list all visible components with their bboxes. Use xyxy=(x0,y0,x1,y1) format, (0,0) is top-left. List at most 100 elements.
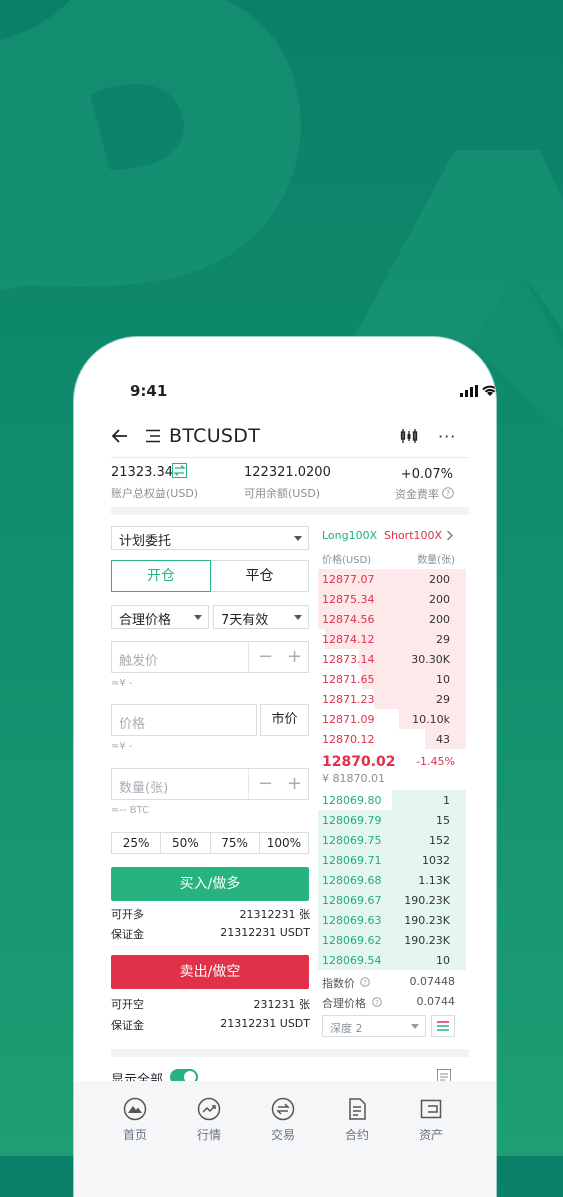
percent-75-button[interactable]: 75% xyxy=(210,832,260,854)
ask-row[interactable]: 12871.09 10.10k xyxy=(318,709,466,729)
tab-contract[interactable]: 合约 xyxy=(327,1097,387,1143)
bid-price: 128069.63 xyxy=(322,914,382,927)
bid-quantity: 1 xyxy=(443,794,450,807)
plus-icon[interactable]: + xyxy=(287,773,302,794)
ask-price: 12874.12 xyxy=(322,633,375,646)
tab-market[interactable]: 行情 xyxy=(179,1097,239,1143)
help-icon[interactable]: ? xyxy=(442,487,454,499)
bid-row[interactable]: 128069.62 190.23K xyxy=(318,930,466,950)
bid-price: 128069.68 xyxy=(322,874,382,887)
sell-short-button[interactable]: 卖出/做空 xyxy=(111,955,309,989)
quantity-input[interactable]: 数量(张) − + xyxy=(111,768,309,800)
bid-row[interactable]: 128069.75 152 xyxy=(318,830,466,850)
plus-icon[interactable]: + xyxy=(287,646,302,667)
cny-price: ¥ 81870.01 xyxy=(322,772,385,785)
bid-row[interactable]: 128069.79 15 xyxy=(318,810,466,830)
dropdown-caret-icon xyxy=(294,615,302,620)
candlestick-chart-icon[interactable] xyxy=(400,428,418,444)
can-open-short-label: 可开空 xyxy=(111,998,144,1011)
bid-price: 128069.54 xyxy=(322,954,382,967)
ask-row[interactable]: 12875.34 200 xyxy=(318,589,466,609)
ask-row[interactable]: 12873.14 30.30K xyxy=(318,649,466,669)
price-type-select[interactable]: 合理价格 xyxy=(111,605,209,629)
validity-select[interactable]: 7天有效 xyxy=(213,605,309,629)
back-arrow-icon[interactable] xyxy=(112,429,128,443)
bid-row[interactable]: 128069.63 190.23K xyxy=(318,910,466,930)
price-placeholder: 价格 xyxy=(119,717,146,732)
fair-price-label: 合理价格 xyxy=(322,997,366,1010)
assets-wallet-icon xyxy=(420,1099,442,1119)
market-price-button[interactable]: 市价 xyxy=(260,704,309,736)
depth-select[interactable]: 深度 2 xyxy=(322,1015,426,1037)
chevron-right-icon[interactable] xyxy=(446,530,454,541)
tab-home[interactable]: 首页 xyxy=(105,1097,165,1143)
ask-quantity: 29 xyxy=(436,633,450,646)
bid-quantity: 15 xyxy=(436,814,450,827)
tab-assets[interactable]: 资产 xyxy=(401,1097,461,1143)
ask-quantity: 200 xyxy=(429,613,450,626)
status-icons xyxy=(460,385,496,397)
ask-price: 12874.56 xyxy=(322,613,375,626)
help-icon[interactable]: ? xyxy=(360,977,370,987)
quantity-hint: ≈-- BTC xyxy=(111,805,150,816)
price-input[interactable]: 价格 xyxy=(111,704,257,736)
bid-row[interactable]: 128069.71 1032 xyxy=(318,850,466,870)
available-balance: 122321.0200 xyxy=(244,465,331,480)
margin-label: 保证金 xyxy=(111,1019,144,1032)
percent-selector: 25% 50% 75% 100% xyxy=(111,832,309,854)
tab-trade[interactable]: 交易 xyxy=(253,1097,313,1143)
short-leverage-label[interactable]: Short100X xyxy=(384,529,442,542)
ask-price: 12871.09 xyxy=(322,713,375,726)
bid-price: 128069.62 xyxy=(322,934,382,947)
ask-quantity: 29 xyxy=(436,693,450,706)
long-leverage-label[interactable]: Long100X xyxy=(322,529,377,542)
ask-row[interactable]: 12870.12 43 xyxy=(318,729,466,749)
ask-quantity: 10 xyxy=(436,673,450,686)
ask-row[interactable]: 12871.23 29 xyxy=(318,689,466,709)
validity-value: 7天有效 xyxy=(221,613,269,628)
trigger-price-hint: ≈¥ - xyxy=(111,678,133,689)
bid-row[interactable]: 128069.68 1.13K xyxy=(318,870,466,890)
more-options-icon[interactable]: ··· xyxy=(438,427,456,446)
bid-row[interactable]: 128069.80 1 xyxy=(318,790,466,810)
tab-close[interactable]: 平仓 xyxy=(211,560,309,592)
help-icon[interactable]: ? xyxy=(372,997,382,1007)
bid-row[interactable]: 128069.54 10 xyxy=(318,950,466,970)
minus-icon[interactable]: − xyxy=(258,773,273,794)
order-type-value: 计划委托 xyxy=(119,534,172,549)
ask-quantity: 43 xyxy=(436,733,450,746)
ask-row[interactable]: 12871.65 10 xyxy=(318,669,466,689)
ask-depth-bar xyxy=(362,669,466,689)
minus-icon[interactable]: − xyxy=(258,646,273,667)
menu-icon[interactable] xyxy=(145,429,161,443)
margin-value: 21312231 USDT xyxy=(220,926,310,939)
can-open-long-value: 21312231 张 xyxy=(239,908,311,921)
trigger-price-input[interactable]: 触发价 − + xyxy=(111,641,309,673)
bid-row[interactable]: 128069.67 190.23K xyxy=(318,890,466,910)
input-divider xyxy=(248,769,249,799)
bid-quantity: 152 xyxy=(429,834,450,847)
ask-price: 12871.23 xyxy=(322,693,375,706)
bid-quantity: 1032 xyxy=(422,854,450,867)
index-price-label: 指数价 xyxy=(322,977,355,990)
percent-50-button[interactable]: 50% xyxy=(161,832,211,854)
price-change: -1.45% xyxy=(416,755,455,768)
transfer-icon[interactable] xyxy=(172,463,187,478)
ask-row[interactable]: 12874.12 29 xyxy=(318,629,466,649)
signal-icon xyxy=(460,385,478,397)
percent-25-button[interactable]: 25% xyxy=(111,832,162,854)
order-type-select[interactable]: 计划委托 xyxy=(111,526,309,550)
ask-row[interactable]: 12877.07 200 xyxy=(318,569,466,589)
buy-long-button[interactable]: 买入/做多 xyxy=(111,867,309,901)
can-open-long-label: 可开多 xyxy=(111,908,144,921)
orderbook-layout-icon[interactable] xyxy=(431,1015,455,1037)
ask-quantity: 200 xyxy=(429,573,450,586)
home-mountain-icon xyxy=(123,1097,147,1121)
phone-screen: 9:41 BTCUSDT ··· 21323.34 账户总权益(USD) 122… xyxy=(74,337,496,1197)
available-balance-label: 可用余额(USD) xyxy=(244,487,321,500)
tab-open[interactable]: 开仓 xyxy=(111,560,211,592)
index-price-value: 0.07448 xyxy=(409,975,456,988)
ask-row[interactable]: 12874.56 200 xyxy=(318,609,466,629)
percent-100-button[interactable]: 100% xyxy=(259,832,309,854)
ask-price: 12875.34 xyxy=(322,593,375,606)
